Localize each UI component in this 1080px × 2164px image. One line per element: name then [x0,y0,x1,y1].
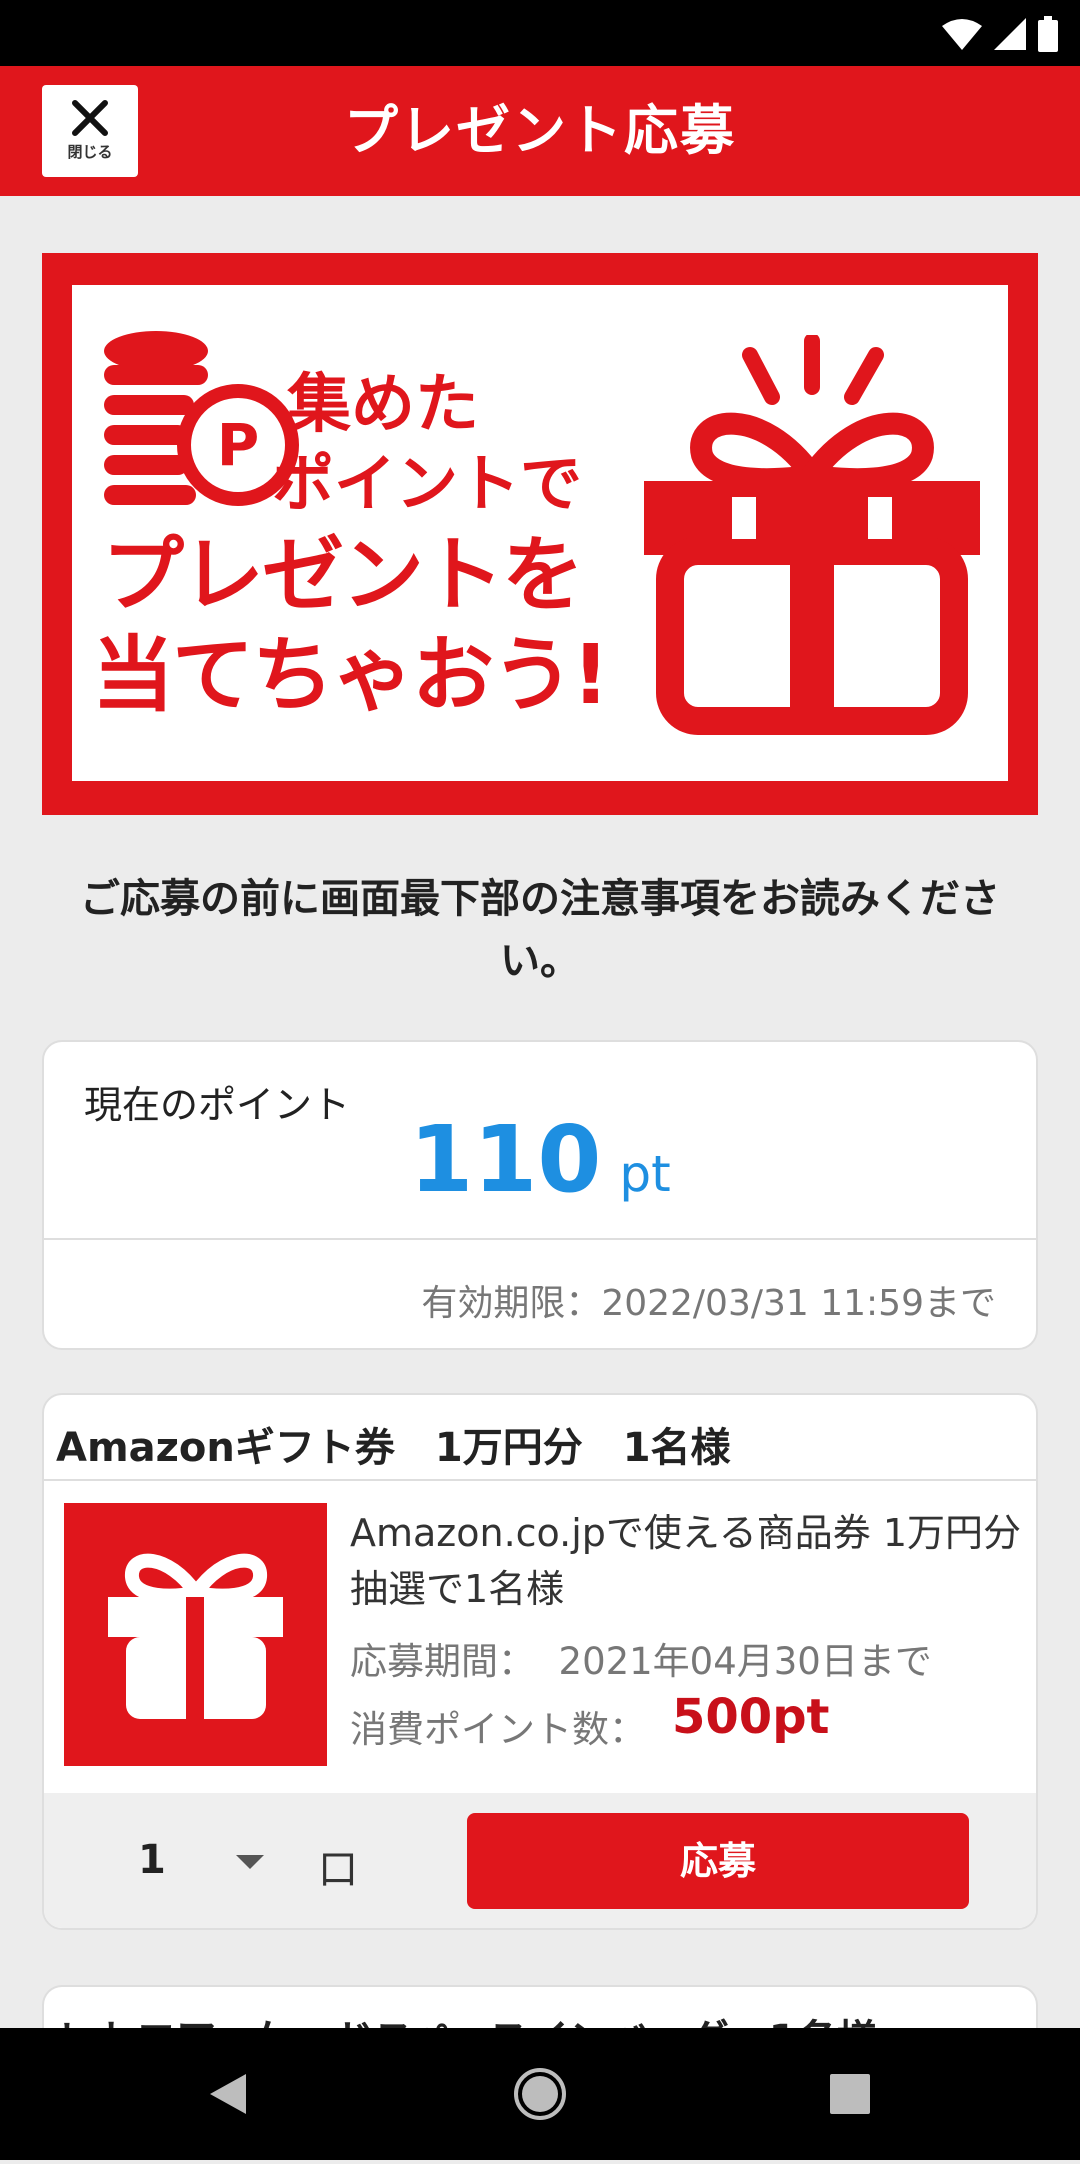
gift-icon [108,1553,283,1719]
wifi-icon [942,19,982,50]
back-button[interactable] [168,2028,288,2160]
points-expiry: 有効期限：2022/03/31 11:59まで [421,1283,996,1324]
points-card: 現在のポイント 110 pt 有効期限：2022/03/31 11:59まで [42,1040,1038,1350]
cost-value: 500pt [672,1689,830,1745]
divider [44,1238,1036,1240]
prize-card: Amazonギフト券 1万円分 1名様 Amazon.co.jpで使える商品券 … [42,1393,1038,1930]
cost-label: 消費ポイント数： [350,1708,646,1751]
promo-banner: P 集めた ポイントで プレゼントを 当てちゃおう! [42,253,1038,815]
prize-image [64,1503,327,1766]
battery-icon [1038,16,1058,52]
prize-description: Amazon.co.jpで使える商品券 1万円分 抽選で1名様 [350,1511,1022,1611]
app-header: プレゼント応募 閉じる [0,66,1080,196]
banner-line-3: プレゼントを [102,528,584,623]
banner-line-2: ポイントで [272,447,583,520]
signal-icon [994,18,1026,50]
chevron-down-icon[interactable] [236,1855,264,1869]
close-button[interactable]: 閉じる [42,85,138,177]
navigation-bar [0,2028,1080,2160]
status-icons [942,14,1058,54]
points-number: 110 [409,1106,602,1213]
divider [44,1479,1036,1481]
status-bar [0,0,1080,66]
points-unit: pt [619,1145,671,1203]
banner-line-1: 集めた [287,368,479,442]
close-icon [72,100,108,136]
banner-line-4: 当てちゃおう! [92,628,609,723]
apply-button[interactable]: 応募 [467,1813,969,1909]
notice-text: ご応募の前に画面最下部の注意事項をお読みください。 [80,876,1000,984]
recents-button[interactable] [790,2028,910,2160]
points-value: 110 pt [44,1106,1036,1213]
application-period: 応募期間： 2021年04月30日まで [350,1640,932,1683]
promo-banner-inner: P 集めた ポイントで プレゼントを 当てちゃおう! [72,285,1008,781]
recents-icon [830,2074,870,2114]
prize-title: Amazonギフト券 1万円分 1名様 [56,1425,731,1471]
home-icon [514,2068,566,2120]
quantity-select[interactable]: 1 [138,1837,166,1883]
gift-icon [644,335,980,735]
close-label: 閉じる [67,143,113,161]
quantity-unit: 口 [318,1847,358,1893]
back-icon [210,2074,246,2114]
home-button[interactable] [480,2028,600,2160]
coin-stack-icon: P [104,331,299,506]
page-title: プレゼント応募 [344,99,736,162]
coin-mark: P [217,411,260,479]
prize-footer: 1 口 応募 [44,1793,1036,1928]
